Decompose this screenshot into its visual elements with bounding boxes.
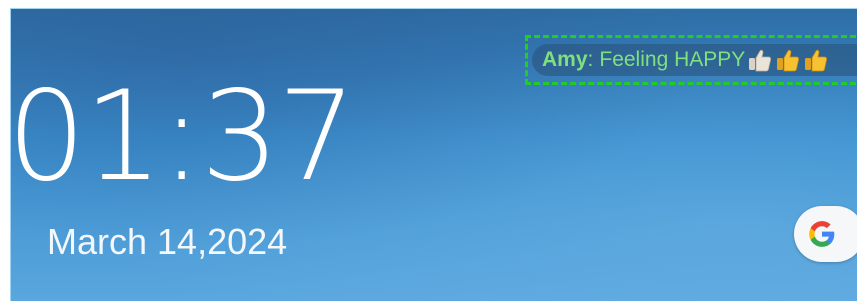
thumbs-up-icon xyxy=(805,49,828,72)
google-g-icon xyxy=(809,221,835,247)
status-separator: : xyxy=(587,48,594,71)
clock-date: March 14,2024 xyxy=(47,221,288,262)
google-search-button[interactable] xyxy=(794,206,857,262)
thumbs-up-light-icon xyxy=(749,49,772,72)
lock-screen: 01:37 March 14,2024 Amy: Feeling HAPPY xyxy=(10,8,857,301)
thumbs-up-icon xyxy=(777,49,800,72)
status-message[interactable]: Amy: Feeling HAPPY xyxy=(532,44,857,76)
clock-time: 01:37 xyxy=(10,65,356,209)
status-message-highlight[interactable]: Amy: Feeling HAPPY xyxy=(525,35,857,85)
status-contact-name: Amy xyxy=(542,48,588,71)
status-text: Feeling HAPPY xyxy=(599,48,746,71)
